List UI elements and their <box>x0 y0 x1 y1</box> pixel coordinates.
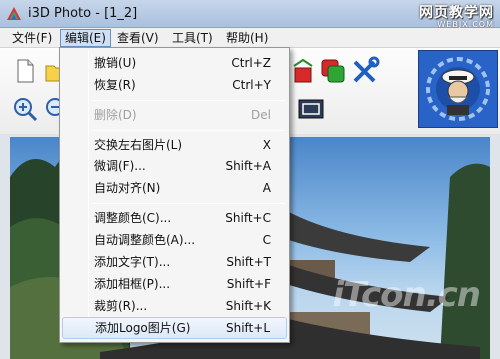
menu-item-shortcut: Shift+K <box>225 299 271 313</box>
menu-item-shortcut: Ctrl+Z <box>231 56 271 70</box>
fit-screen-icon[interactable] <box>296 94 326 124</box>
menu-separator <box>92 130 285 131</box>
menu-item-crop[interactable]: 裁剪(R)... Shift+K <box>62 295 287 317</box>
menu-item-shortcut: Ctrl+Y <box>232 78 271 92</box>
app-icon <box>7 7 21 20</box>
menu-item-add-text[interactable]: 添加文字(T)... Shift+T <box>62 251 287 273</box>
red-square-icon[interactable] <box>288 56 318 86</box>
menu-item-label: 自动调整颜色(A)... <box>94 233 196 247</box>
menu-item-shortcut: X <box>262 138 271 152</box>
menu-item-label: 添加Logo图片(G) <box>95 321 191 335</box>
menu-item-label: 删除(D) <box>94 108 137 122</box>
menu-item-label: 添加相框(P)... <box>94 277 171 291</box>
menu-item-label: 撤销(U) <box>94 56 137 70</box>
menu-item-label: 交换左右图片(L) <box>94 138 183 152</box>
menu-item-delete: 删除(D) Del <box>62 104 287 126</box>
window-title: i3D Photo - [1_2] <box>28 6 138 21</box>
menu-item-add-frame[interactable]: 添加相框(P)... Shift+F <box>62 273 287 295</box>
menu-separator <box>92 203 285 204</box>
menu-item-add-logo[interactable]: 添加Logo图片(G) Shift+L <box>62 317 287 339</box>
menu-item-label: 调整颜色(C)... <box>94 211 172 225</box>
menu-bar: 文件(F) 编辑(E) 查看(V) 工具(T) 帮助(H) <box>0 28 500 48</box>
menu-item-auto-color[interactable]: 自动调整颜色(A)... C <box>62 229 287 251</box>
menu-view[interactable]: 查看(V) <box>113 29 163 47</box>
menu-item-fine-tune[interactable]: 微调(F)... Shift+A <box>62 155 287 177</box>
menu-item-label: 添加文字(T)... <box>94 255 171 269</box>
menu-item-label: 裁剪(R)... <box>94 299 148 313</box>
photo-watermark: iTcon.cn <box>332 275 481 315</box>
captain-logo-panel <box>418 50 498 128</box>
menu-item-label: 自动对齐(N) <box>94 181 161 195</box>
menu-item-shortcut: Shift+T <box>226 255 271 269</box>
menu-item-adjust-color[interactable]: 调整颜色(C)... Shift+C <box>62 207 287 229</box>
menu-item-shortcut: Shift+L <box>225 321 270 335</box>
menu-item-shortcut: C <box>262 233 271 247</box>
menu-file[interactable]: 文件(F) <box>8 29 56 47</box>
menu-item-undo[interactable]: 撤销(U) Ctrl+Z <box>62 52 287 74</box>
edit-menu-dropdown: 撤销(U) Ctrl+Z 恢复(R) Ctrl+Y 删除(D) Del 交换左右… <box>59 47 290 343</box>
menu-item-shortcut: Shift+F <box>226 277 271 291</box>
menu-tools[interactable]: 工具(T) <box>168 29 217 47</box>
title-bar: i3D Photo - [1_2] 网页教学网 WEBJX.COM <box>0 0 500 29</box>
menu-item-shortcut: Del <box>251 108 271 122</box>
menu-item-shortcut: A <box>262 181 271 195</box>
menu-edit[interactable]: 编辑(E) <box>60 29 111 47</box>
captain-logo-icon <box>426 57 490 121</box>
new-file-icon[interactable] <box>10 56 40 86</box>
menu-item-redo[interactable]: 恢复(R) Ctrl+Y <box>62 74 287 96</box>
menu-separator <box>92 100 285 101</box>
site-watermark: 网页教学网 WEBJX.COM <box>419 2 494 29</box>
menu-item-swap-images[interactable]: 交换左右图片(L) X <box>62 134 287 156</box>
menu-item-shortcut: Shift+A <box>225 159 271 173</box>
menu-help[interactable]: 帮助(H) <box>222 29 272 47</box>
green-square-icon[interactable] <box>318 56 348 86</box>
watermark-main: 网页教学网 <box>419 5 494 21</box>
tools-icon[interactable] <box>350 56 380 86</box>
menu-item-auto-align[interactable]: 自动对齐(N) A <box>62 177 287 199</box>
menu-item-label: 恢复(R) <box>94 78 136 92</box>
menu-item-shortcut: Shift+C <box>225 211 271 225</box>
zoom-in-icon[interactable] <box>10 94 40 124</box>
menu-item-label: 微调(F)... <box>94 159 146 173</box>
